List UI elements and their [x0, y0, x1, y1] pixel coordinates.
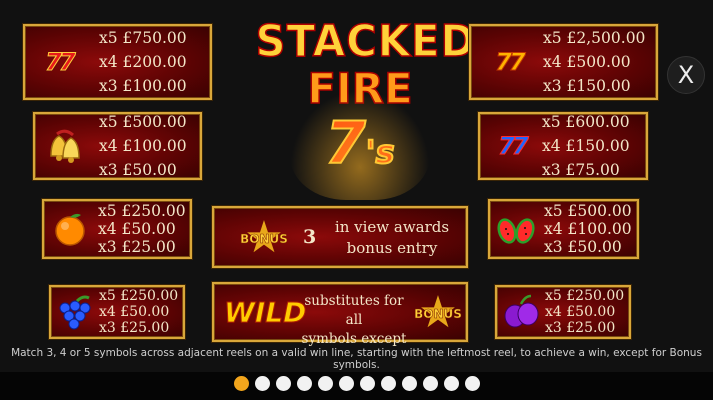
page-dot-8[interactable] [380, 376, 396, 391]
paytable-panel-plums: x5 £250.00 x4 £50.00 x3 £25.00 [495, 285, 631, 339]
bonus-info-panel: ★ BONUS 3 in view awards bonus entry [212, 206, 468, 268]
rules-text: Match 3, 4 or 5 symbols across adjacent … [11, 347, 702, 371]
page-dot-4[interactable] [296, 376, 312, 391]
paytable-panel-orange: x5 £250.00 x4 £50.00 x3 £25.00 [42, 199, 192, 259]
page-dot-7[interactable] [359, 376, 375, 391]
pay-x3: x3 £50.00 [544, 238, 622, 256]
pay-x4: x4 £50.00 [545, 304, 616, 320]
wild-badge: WILD [223, 296, 307, 330]
bonus-badge-label: BONUS [414, 307, 462, 322]
pay-x4: x4 £200.00 [99, 53, 187, 71]
pay-x5: x5 £500.00 [99, 113, 187, 131]
page-dot-3[interactable] [275, 376, 291, 391]
pay-values: x5 £250.00 x4 £50.00 x3 £25.00 [99, 288, 178, 336]
red-double-seven-icon: 77 [45, 48, 76, 76]
paytable-panel-blue-sevens: 77 x5 £600.00 x4 £150.00 x3 £75.00 [478, 112, 648, 180]
blue-double-seven-icon: 77 [498, 132, 529, 160]
pay-x3: x3 £25.00 [99, 320, 170, 336]
bonus-star-icon: ★ BONUS [412, 291, 464, 335]
pay-x5: x5 £600.00 [542, 113, 630, 131]
wild-desc-line1: substitutes for all [304, 293, 404, 328]
pay-values: x5 £2,500.00 x4 £500.00 x3 £150.00 [543, 26, 645, 98]
paytable-panel-red-sevens: 77 x5 £750.00 x4 £200.00 x3 £100.00 [23, 24, 212, 100]
gold-double-seven-icon: 77 [495, 48, 526, 76]
paytable-panel-grapes: x5 £250.00 x4 £50.00 x3 £25.00 [49, 285, 185, 339]
bonus-description: in view awards bonus entry [324, 217, 460, 259]
grapes-icon [55, 292, 95, 332]
pay-x4: x4 £50.00 [98, 220, 176, 238]
bonus-count: 3 [303, 226, 317, 248]
pay-x3: x3 £100.00 [99, 77, 187, 95]
pay-x5: x5 £2,500.00 [543, 29, 646, 47]
pay-x4: x4 £150.00 [542, 137, 630, 155]
pay-values: x5 £750.00 x4 £200.00 x3 £100.00 [99, 26, 187, 98]
bonus-desc-line2: bonus entry [346, 239, 438, 257]
page-dot-6[interactable] [338, 376, 354, 391]
pay-x5: x5 £750.00 [99, 29, 187, 47]
pay-x5: x5 £500.00 [544, 202, 632, 220]
pay-x3: x3 £25.00 [545, 320, 616, 336]
pay-x4: x4 £100.00 [544, 220, 632, 238]
paytable-screen: 77 x5 £750.00 x4 £200.00 x3 £100.00 x5 £… [0, 0, 713, 400]
bells-icon [43, 126, 87, 166]
close-icon: X [677, 61, 695, 89]
pay-values: x5 £500.00 x4 £100.00 x3 £50.00 [544, 202, 632, 256]
page-dot-11[interactable] [443, 376, 459, 391]
pay-x4: x4 £50.00 [99, 304, 170, 320]
bonus-star-icon: ★ BONUS [238, 216, 290, 260]
pay-x3: x3 £150.00 [543, 77, 631, 95]
pay-x5: x5 £250.00 [545, 288, 625, 304]
pay-x3: x3 £75.00 [542, 161, 620, 179]
close-button[interactable]: X [667, 56, 705, 94]
page-dot-5[interactable] [317, 376, 333, 391]
pagination-dots [0, 376, 713, 400]
flame-glow [290, 90, 430, 200]
page-dot-2[interactable] [254, 376, 270, 391]
bonus-desc-line1: in view awards [334, 218, 450, 236]
pay-x3: x3 £50.00 [99, 161, 177, 179]
paytable-panel-watermelon: x5 £500.00 x4 £100.00 x3 £50.00 [488, 199, 639, 259]
logo-line-stacked: STACKED [255, 16, 477, 67]
page-dot-9[interactable] [401, 376, 417, 391]
pay-x5: x5 £250.00 [98, 202, 186, 220]
game-logo: STACKED FIRE 7's [250, 16, 477, 200]
pay-x3: x3 £25.00 [98, 238, 176, 256]
wild-info-panel: WILD substitutes for all symbols except … [212, 282, 468, 347]
orange-icon [50, 209, 90, 249]
pay-x4: x4 £500.00 [543, 53, 631, 71]
watermelon-icon [495, 209, 537, 249]
pay-values: x5 £250.00 x4 £50.00 x3 £25.00 [98, 202, 186, 256]
page-dot-1[interactable] [233, 376, 249, 391]
bonus-badge-label: BONUS [240, 232, 288, 247]
paytable-panel-gold-sevens: 77 x5 £2,500.00 x4 £500.00 x3 £150.00 [469, 24, 658, 100]
pay-values: x5 £500.00 x4 £100.00 x3 £50.00 [99, 110, 187, 182]
pay-x4: x4 £100.00 [99, 137, 187, 155]
paytable-panel-bells: x5 £500.00 x4 £100.00 x3 £50.00 [33, 112, 202, 180]
plums-icon [501, 292, 541, 332]
pay-values: x5 £600.00 x4 £150.00 x3 £75.00 [542, 110, 630, 182]
page-dot-10[interactable] [422, 376, 438, 391]
page-dot-12[interactable] [464, 376, 480, 391]
pay-x5: x5 £250.00 [99, 288, 179, 304]
wild-description: substitutes for all symbols except [298, 292, 410, 349]
pay-values: x5 £250.00 x4 £50.00 x3 £25.00 [545, 288, 624, 336]
